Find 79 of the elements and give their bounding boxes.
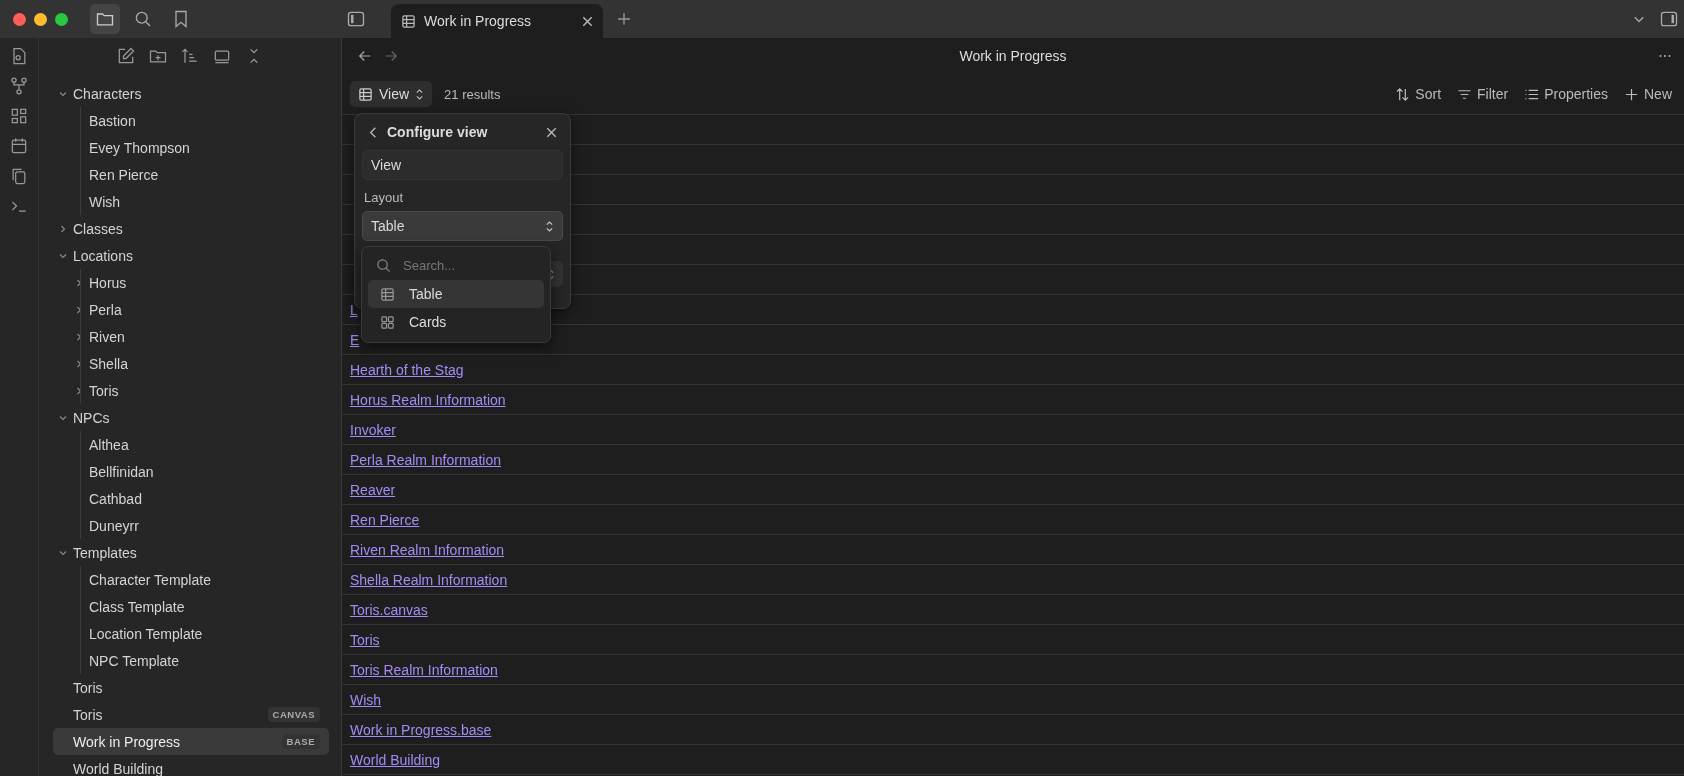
file-tree-item[interactable]: Cathbad	[53, 485, 329, 512]
new-button[interactable]: New	[1622, 84, 1674, 104]
properties-button[interactable]: Properties	[1522, 84, 1610, 104]
table-icon	[401, 13, 416, 29]
file-tree-item[interactable]: Shella	[53, 350, 329, 377]
grid-icon[interactable]	[9, 106, 29, 126]
note-link[interactable]: L	[350, 301, 358, 318]
sort-icon	[1395, 86, 1411, 102]
layout-select[interactable]: Table	[362, 211, 563, 241]
grid-icon	[380, 314, 395, 330]
search-icon	[376, 258, 391, 273]
file-tree-item[interactable]: Location Template	[53, 620, 329, 647]
file-tree-item[interactable]: Toris	[53, 674, 329, 701]
file-tree-item[interactable]: Locations	[53, 242, 329, 269]
edit-icon[interactable]	[116, 46, 136, 66]
layout-label: Layout	[363, 189, 405, 205]
file-type-badge: BASE	[281, 734, 320, 749]
panel-title: Configure view	[387, 124, 489, 140]
file-tree-item[interactable]: Althea	[53, 431, 329, 458]
note-link[interactable]: Toris Realm Information	[350, 661, 498, 678]
file-tree-item[interactable]: World Building	[53, 755, 329, 776]
chevron-right-icon[interactable]	[58, 223, 68, 234]
note-link[interactable]: Toris.canvas	[350, 601, 428, 618]
view-name-field[interactable]: View	[362, 150, 563, 180]
note-link[interactable]: Ren Pierce	[350, 511, 420, 528]
note-link[interactable]: Wish	[350, 691, 382, 708]
view-selector[interactable]: View	[350, 81, 433, 107]
close-window-button[interactable]	[13, 12, 26, 26]
up-down-chevron-icon	[545, 219, 554, 233]
graph-icon[interactable]	[9, 76, 29, 96]
page-title: Work in Progress	[959, 48, 1067, 64]
file-tree-item[interactable]: Wish	[53, 188, 329, 215]
file-tree-item[interactable]: Characters	[53, 80, 329, 107]
search-field[interactable]: Search...	[401, 257, 535, 274]
note-link[interactable]: Invoker	[350, 421, 396, 438]
note-link[interactable]: Riven Realm Information	[350, 541, 505, 558]
file-tree-item[interactable]: Classes	[53, 215, 329, 242]
sort-button[interactable]: Sort	[1393, 84, 1444, 104]
note-link[interactable]: Shella Realm Information	[350, 571, 508, 588]
file-tree-item[interactable]: Evey Thompson	[53, 134, 329, 161]
file-tree-item[interactable]: Bellfinidan	[53, 458, 329, 485]
note-link[interactable]: Horus Realm Information	[350, 391, 506, 408]
table-icon	[358, 86, 373, 102]
file-tree-item[interactable]: Toris CANVAS	[53, 701, 329, 728]
file-tree-item[interactable]: Templates	[53, 539, 329, 566]
tab[interactable]: Work in Progress	[391, 4, 603, 38]
minimize-window-button[interactable]	[34, 12, 47, 26]
plus-icon	[1624, 86, 1639, 102]
file-tree-item[interactable]: NPCs	[53, 404, 329, 431]
layout-option[interactable]: Cards	[368, 308, 544, 336]
note-link[interactable]: Toris	[350, 631, 380, 648]
file-tree-item[interactable]: Horus	[53, 269, 329, 296]
file-tree-item[interactable]: Work in Progress BASE	[53, 728, 329, 755]
file-tree-item[interactable]: Class Template	[53, 593, 329, 620]
layout-option[interactable]: Table	[368, 280, 544, 308]
file-tree-item[interactable]: Riven	[53, 323, 329, 350]
up-down-chevron-icon	[415, 87, 425, 101]
file-tree-item[interactable]: NPC Template	[53, 647, 329, 674]
calendar-icon[interactable]	[9, 136, 29, 156]
file-tree-item[interactable]: Toris	[53, 377, 329, 404]
note-link[interactable]: Perla Realm Information	[350, 451, 501, 468]
folder-icon[interactable]	[90, 4, 120, 34]
file-tree-item[interactable]: Character Template	[53, 566, 329, 593]
file-tree-item[interactable]: Bastion	[53, 107, 329, 134]
note-link[interactable]: Hearth of the Stag	[350, 361, 464, 378]
results-count: 21 results	[444, 86, 501, 102]
filter-button[interactable]: Filter	[1455, 84, 1511, 104]
tab-title: Work in Progress	[424, 13, 533, 29]
sort-icon[interactable]	[180, 46, 200, 66]
file-tree-item[interactable]: Perla	[53, 296, 329, 323]
table-icon	[380, 286, 395, 302]
file-tree-item[interactable]: Ren Pierce	[53, 161, 329, 188]
file-tree-item[interactable]: Duneyrr	[53, 512, 329, 539]
note-link[interactable]: E	[350, 331, 360, 348]
file-type-badge: CANVAS	[267, 707, 320, 722]
zoom-window-button[interactable]	[55, 12, 68, 26]
note-link[interactable]: World Building	[350, 751, 440, 768]
note-link[interactable]: Reaver	[350, 481, 396, 498]
note-link[interactable]: Work in Progress.base	[350, 721, 492, 738]
